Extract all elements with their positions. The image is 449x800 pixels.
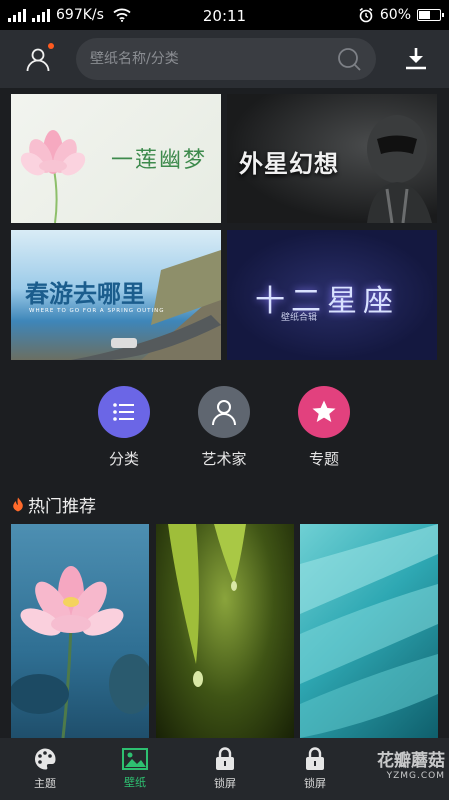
app-header xyxy=(0,30,449,88)
download-icon xyxy=(406,48,426,70)
banner-lotus-dream[interactable]: 一莲幽梦 xyxy=(11,94,221,223)
search-bar[interactable] xyxy=(76,38,376,80)
wallpaper-thumb[interactable] xyxy=(156,524,294,738)
banner-spring-outing[interactable]: 春游去哪里 WHERE TO GO FOR A SPRING OUTING xyxy=(11,230,221,360)
star-icon xyxy=(312,400,336,422)
watermark-line2: YZMG.COM xyxy=(386,771,445,781)
wallpaper-thumb[interactable] xyxy=(11,524,149,738)
hot-title-text: 热门推荐 xyxy=(28,497,96,517)
download-button[interactable] xyxy=(399,42,433,76)
banner-title: 春游去哪里 xyxy=(25,279,145,308)
nav-wallpaper[interactable]: 壁纸 xyxy=(90,738,180,800)
banner-subtitle: 壁纸合辑 xyxy=(281,313,318,323)
alarm-icon xyxy=(359,7,373,23)
banner-subtitle: WHERE TO GO FOR A SPRING OUTING xyxy=(29,308,165,314)
battery-icon xyxy=(417,9,444,21)
banner-title: 外星幻想 xyxy=(239,149,339,178)
topic-icon-circle xyxy=(298,386,350,438)
palette-icon xyxy=(34,748,56,770)
topic-label: 专题 xyxy=(308,450,339,468)
lock-icon xyxy=(216,747,234,770)
profile-button[interactable] xyxy=(14,35,62,83)
hot-section-title: 热门推荐 xyxy=(12,492,96,517)
search-input[interactable] xyxy=(90,51,320,67)
status-bar-left: 697K/s xyxy=(8,7,131,23)
flame-icon xyxy=(13,497,23,512)
list-icon xyxy=(113,403,134,421)
hot-wallpaper-grid xyxy=(11,524,438,738)
search-icon[interactable] xyxy=(336,46,362,72)
category-shortcuts: 分类 艺术家 专题 xyxy=(0,386,449,478)
lock-icon xyxy=(306,747,324,770)
wifi-icon xyxy=(113,8,131,22)
category-label: 分类 xyxy=(108,450,139,468)
banner-alien-fantasy[interactable]: 外星幻想 xyxy=(227,94,437,223)
nav-label: 锁屏 xyxy=(214,777,236,790)
nav-theme[interactable]: 主题 xyxy=(0,738,90,800)
lotus-illustration xyxy=(20,130,86,223)
person-icon xyxy=(212,400,236,426)
wallpaper-thumb[interactable] xyxy=(300,524,438,738)
watermark-line1: 花瓣蘑菇 xyxy=(377,751,445,771)
banner-zodiac[interactable]: 十二星座 壁纸合辑 xyxy=(227,230,437,360)
nav-label: 主题 xyxy=(34,777,56,790)
artist-button[interactable]: 艺术家 xyxy=(184,386,264,469)
nav-label: 壁纸 xyxy=(124,776,146,789)
battery-percent: 60% xyxy=(379,7,411,23)
battery-fill xyxy=(419,11,431,19)
feather-image xyxy=(300,524,438,738)
lotus-image xyxy=(11,566,149,738)
network-speed: 697K/s xyxy=(56,7,104,23)
category-button[interactable]: 分类 xyxy=(84,386,164,469)
bottom-navigation: 主题 壁纸 锁屏 锁屏 花瓣蘑菇 YZMG.COM xyxy=(0,738,449,800)
nav-label: 锁屏 xyxy=(304,777,326,790)
artist-label: 艺术家 xyxy=(201,450,247,468)
nav-lockscreen-2[interactable]: 锁屏 xyxy=(270,738,360,800)
status-bar-right: 60% xyxy=(358,7,444,23)
user-icon xyxy=(26,48,50,72)
signal-icon xyxy=(8,8,26,22)
nav-lockscreen[interactable]: 锁屏 xyxy=(180,738,270,800)
banner-title: 十二星座 xyxy=(255,284,399,319)
signal-icon xyxy=(32,8,50,22)
artist-icon-circle xyxy=(198,386,250,438)
topic-button[interactable]: 专题 xyxy=(284,386,364,469)
status-bar: 697K/s 20:11 60% xyxy=(0,0,449,30)
banner-title: 一莲幽梦 xyxy=(110,148,207,173)
image-icon xyxy=(122,748,148,770)
site-watermark: 花瓣蘑菇 YZMG.COM xyxy=(377,746,445,781)
leaf-drop-image xyxy=(168,524,246,687)
category-icon-circle xyxy=(98,386,150,438)
notification-dot xyxy=(48,43,54,49)
